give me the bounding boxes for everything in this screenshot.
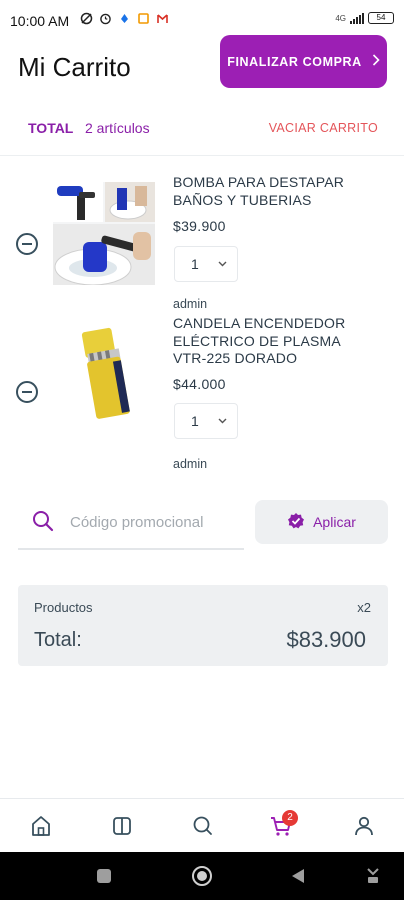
catalog-icon[interactable] — [110, 814, 134, 838]
page-title: Mi Carrito — [18, 52, 131, 82]
divider — [0, 155, 404, 156]
profile-icon[interactable] — [352, 814, 376, 838]
remove-item-icon[interactable] — [16, 381, 38, 403]
product-image — [75, 325, 137, 423]
promo-code-input[interactable] — [70, 510, 240, 534]
product-author: admin — [173, 457, 208, 471]
checkout-button-label: FINALIZAR COMPRA — [227, 54, 362, 69]
signal-icon — [350, 12, 364, 24]
product-price: $44.000 — [173, 376, 226, 392]
data-saver-icon — [80, 12, 93, 25]
battery-icon: 54 — [368, 12, 394, 24]
quantity-select[interactable]: 1 — [174, 246, 238, 282]
product-name[interactable]: BOMBA PARA DESTAPAR BAÑOS Y TUBERIAS — [173, 174, 373, 209]
status-notification-icons — [80, 12, 169, 25]
chevron-right-icon — [372, 53, 380, 71]
alarm-icon — [99, 12, 112, 25]
chevron-down-icon — [218, 416, 227, 427]
summary-item-count: 2 artículos — [85, 120, 150, 136]
back-icon[interactable] — [291, 868, 305, 889]
network-type-label: 4G — [335, 13, 346, 23]
products-label: Productos — [34, 600, 93, 615]
home-system-icon[interactable] — [191, 865, 213, 892]
quantity-select[interactable]: 1 — [174, 403, 238, 439]
system-navigation-bar — [0, 852, 404, 900]
product-author: admin — [173, 297, 208, 311]
cart-count-badge: 2 — [282, 810, 298, 826]
cart-summary: TOTAL 2 artículos VACIAR CARRITO — [28, 120, 380, 138]
empty-cart-button[interactable]: VACIAR CARRITO — [269, 121, 378, 135]
chevron-down-icon — [218, 259, 227, 270]
home-icon[interactable] — [29, 814, 53, 838]
bottom-navigation: 2 — [0, 798, 404, 852]
order-totals: Productos x2 Total: $83.900 — [18, 585, 388, 666]
total-label: Total: — [34, 629, 82, 651]
search-icon[interactable] — [191, 814, 215, 838]
status-time: 10:00 AM — [10, 13, 70, 29]
checkout-button[interactable]: FINALIZAR COMPRA — [220, 35, 387, 88]
product-name[interactable]: CANDELA ENCENDEDOR ELÉCTRICO DE PLASMA V… — [173, 315, 373, 368]
total-value: $83.900 — [286, 627, 366, 652]
product-image — [53, 182, 155, 285]
keyboard-hide-icon[interactable] — [366, 867, 380, 890]
promo-code-field[interactable] — [18, 500, 244, 550]
quantity-value: 1 — [191, 256, 199, 272]
summary-total-label: TOTAL — [28, 120, 74, 136]
remove-item-icon[interactable] — [16, 233, 38, 255]
products-quantity: x2 — [357, 600, 371, 615]
apply-button-label: Aplicar — [313, 514, 356, 530]
status-system-icons: 4G 54 — [335, 12, 394, 24]
dot-icon — [118, 12, 131, 25]
product-price: $39.900 — [173, 218, 226, 234]
apply-promo-button[interactable]: Aplicar — [255, 500, 388, 544]
verified-badge-icon — [287, 512, 305, 533]
battery-level: 54 — [376, 13, 386, 22]
recent-apps-icon[interactable] — [96, 868, 112, 889]
search-icon — [32, 510, 54, 532]
quantity-value: 1 — [191, 413, 199, 429]
gmail-icon — [156, 12, 169, 25]
square-app-icon — [137, 12, 150, 25]
